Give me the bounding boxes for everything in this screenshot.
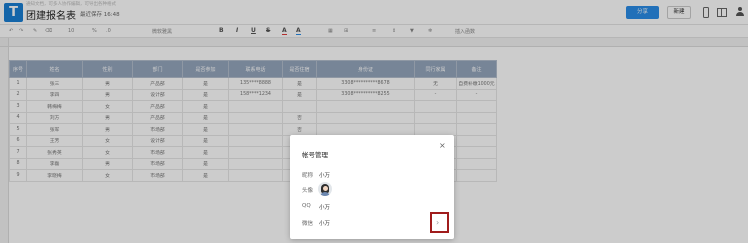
chevron-right-icon: › (436, 218, 440, 227)
qq-value: 小万 (319, 205, 331, 211)
wechat-label: 微信 (302, 221, 314, 227)
avatar-face (322, 185, 328, 191)
qq-label: QQ (302, 203, 311, 209)
avatar-label: 头像 (302, 188, 314, 194)
wechat-value: 小万 (319, 221, 331, 227)
avatar-body (320, 192, 330, 196)
avatar (318, 182, 332, 196)
nickname-label: 昵称 (302, 173, 314, 179)
next-button[interactable]: › (430, 212, 449, 233)
account-dialog: 帐号管理 × 昵称 小万 头像 QQ 小万 微信 小万 › (290, 135, 454, 239)
nickname-value: 小万 (319, 173, 331, 179)
dialog-title: 帐号管理 (302, 151, 328, 159)
close-icon[interactable]: × (439, 142, 446, 150)
